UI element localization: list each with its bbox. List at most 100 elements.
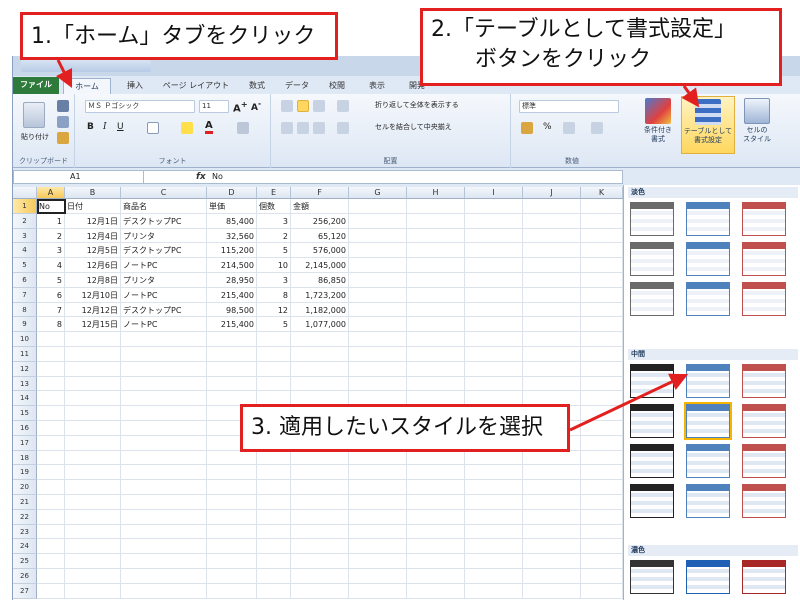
- tab-data[interactable]: データ: [279, 78, 315, 94]
- copy-icon[interactable]: [57, 116, 69, 128]
- cell[interactable]: 1,182,000: [293, 305, 348, 316]
- indent-icon[interactable]: [337, 122, 349, 134]
- percent-icon[interactable]: %: [543, 122, 552, 132]
- row-header[interactable]: 25: [13, 554, 37, 569]
- tab-insert[interactable]: 挿入: [117, 78, 153, 94]
- cell[interactable]: 2: [259, 231, 290, 242]
- align-middle-icon[interactable]: [297, 100, 309, 112]
- fill-color-icon[interactable]: [181, 122, 193, 134]
- align-right-icon[interactable]: [313, 122, 325, 134]
- column-header-f[interactable]: F: [291, 187, 349, 199]
- cell[interactable]: 個数: [259, 201, 290, 212]
- cell[interactable]: 214,500: [209, 260, 256, 271]
- cell[interactable]: 2: [39, 231, 64, 242]
- table-style-thumbnail[interactable]: [684, 402, 732, 440]
- row-header[interactable]: 20: [13, 480, 37, 495]
- increase-decimal-icon[interactable]: [591, 122, 603, 134]
- row-header[interactable]: 2: [13, 213, 37, 229]
- column-header-j[interactable]: J: [523, 187, 581, 199]
- currency-icon[interactable]: [521, 122, 533, 134]
- cell[interactable]: 3: [259, 275, 290, 286]
- table-style-thumbnail[interactable]: [742, 484, 786, 518]
- row-header[interactable]: 23: [13, 524, 37, 540]
- column-header-g[interactable]: G: [349, 187, 407, 199]
- table-style-thumbnail[interactable]: [686, 484, 730, 518]
- table-style-thumbnail[interactable]: [630, 242, 674, 276]
- italic-icon[interactable]: I: [103, 122, 107, 132]
- name-box[interactable]: A1: [14, 171, 144, 183]
- column-header-h[interactable]: H: [407, 187, 465, 199]
- row-header[interactable]: 21: [13, 495, 37, 510]
- cell[interactable]: 8: [39, 319, 64, 330]
- cut-icon[interactable]: [57, 100, 69, 112]
- table-style-thumbnail[interactable]: [630, 444, 674, 478]
- cell[interactable]: 12月1日: [67, 216, 120, 227]
- table-style-thumbnail[interactable]: [742, 202, 786, 236]
- select-all-corner[interactable]: [13, 187, 37, 199]
- number-format-select[interactable]: 標準: [519, 100, 619, 113]
- row-header[interactable]: 13: [13, 376, 37, 392]
- cell[interactable]: 5: [259, 245, 290, 256]
- cell[interactable]: 12月12日: [67, 305, 120, 316]
- row-header[interactable]: 3: [13, 228, 37, 244]
- align-top-icon[interactable]: [281, 100, 293, 112]
- row-header[interactable]: 5: [13, 258, 37, 273]
- table-style-thumbnail[interactable]: [686, 444, 730, 478]
- row-header[interactable]: 18: [13, 450, 37, 466]
- row-header[interactable]: 26: [13, 569, 37, 584]
- table-style-thumbnail[interactable]: [742, 364, 786, 398]
- tab-review[interactable]: 校閲: [319, 78, 355, 94]
- phonetic-icon[interactable]: [237, 122, 249, 134]
- cell[interactable]: 1,723,200: [293, 290, 348, 301]
- cell[interactable]: 85,400: [209, 216, 256, 227]
- row-header[interactable]: 14: [13, 391, 37, 407]
- table-style-thumbnail[interactable]: [686, 242, 730, 276]
- font-size-select[interactable]: 11: [199, 100, 229, 113]
- cell[interactable]: 12月10日: [67, 290, 120, 301]
- table-style-thumbnail[interactable]: [630, 404, 674, 438]
- table-style-thumbnail[interactable]: [742, 404, 786, 438]
- formula-input[interactable]: No: [212, 171, 223, 183]
- align-center-icon[interactable]: [297, 122, 309, 134]
- column-header-i[interactable]: I: [465, 187, 523, 199]
- cell[interactable]: 98,500: [209, 305, 256, 316]
- row-header[interactable]: 16: [13, 421, 37, 436]
- cell[interactable]: 商品名: [123, 201, 206, 212]
- cell[interactable]: 7: [39, 305, 64, 316]
- row-header[interactable]: 19: [13, 465, 37, 481]
- cell[interactable]: 576,000: [293, 245, 348, 256]
- row-header[interactable]: 24: [13, 539, 37, 555]
- cell[interactable]: 2,145,000: [293, 260, 348, 271]
- cell[interactable]: 3: [259, 216, 290, 227]
- wrap-text-button[interactable]: 折り返して全体を表示する: [375, 100, 459, 110]
- row-header[interactable]: 4: [13, 243, 37, 259]
- row-header[interactable]: 7: [13, 287, 37, 303]
- cell[interactable]: ノートPC: [123, 290, 206, 301]
- cell[interactable]: 12月8日: [67, 275, 120, 286]
- cell[interactable]: 1: [39, 216, 64, 227]
- table-style-thumbnail[interactable]: [742, 444, 786, 478]
- align-left-icon[interactable]: [281, 122, 293, 134]
- cell[interactable]: 1,077,000: [293, 319, 348, 330]
- cell-styles-button[interactable]: セルの スタイル: [737, 96, 777, 154]
- cell[interactable]: プリンタ: [123, 231, 206, 242]
- format-as-table-button[interactable]: テーブルとして 書式設定: [681, 96, 735, 154]
- cell[interactable]: 12月5日: [67, 245, 120, 256]
- cell[interactable]: ノートPC: [123, 319, 206, 330]
- font-color-icon[interactable]: A: [205, 121, 213, 134]
- column-header-d[interactable]: D: [207, 187, 257, 199]
- comma-style-icon[interactable]: [563, 122, 575, 134]
- format-painter-icon[interactable]: [57, 132, 69, 144]
- row-header[interactable]: 17: [13, 435, 37, 451]
- table-style-thumbnail[interactable]: [686, 364, 730, 398]
- cell[interactable]: 12月6日: [67, 260, 120, 271]
- bold-icon[interactable]: B: [87, 122, 94, 132]
- cell[interactable]: デスクトップPC: [123, 305, 206, 316]
- cell[interactable]: ノートPC: [123, 260, 206, 271]
- column-header-c[interactable]: C: [121, 187, 207, 199]
- cell[interactable]: 5: [259, 319, 290, 330]
- table-style-thumbnail[interactable]: [686, 202, 730, 236]
- row-header[interactable]: 11: [13, 347, 37, 362]
- cell[interactable]: 単価: [209, 201, 256, 212]
- cell[interactable]: プリンタ: [123, 275, 206, 286]
